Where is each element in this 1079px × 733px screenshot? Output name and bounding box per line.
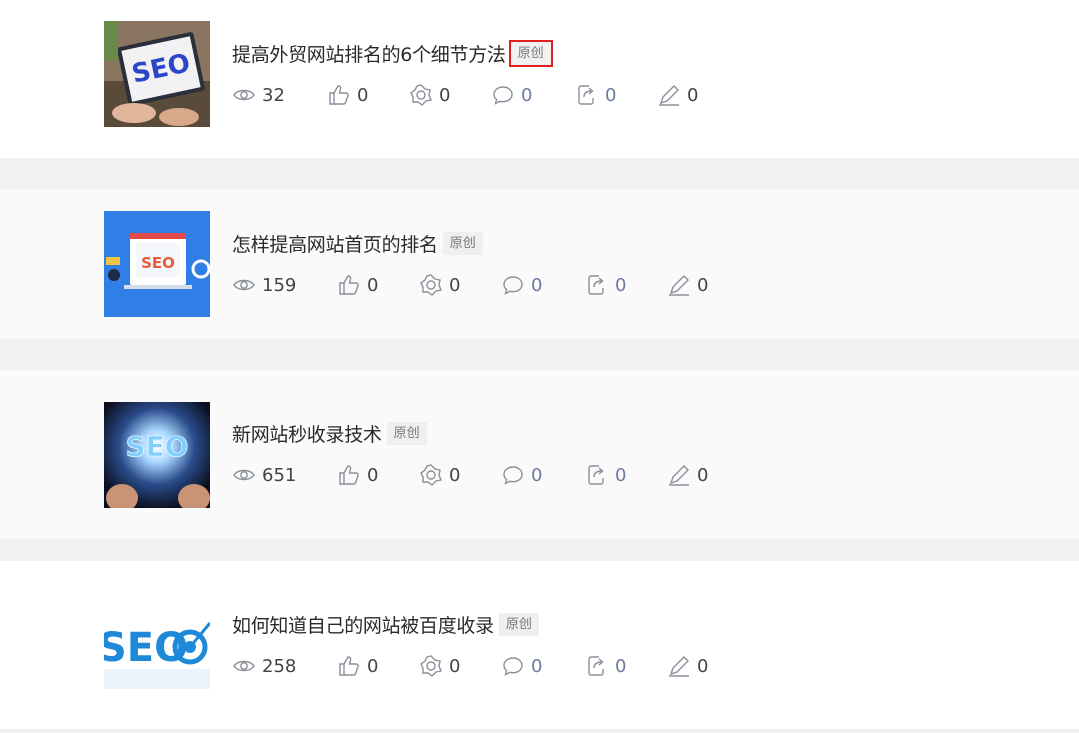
forward-button[interactable]: 0 (585, 273, 667, 297)
comment-icon (493, 86, 513, 105)
comments-count: 0 (531, 655, 543, 677)
forwards-count: 0 (615, 274, 627, 296)
like-button[interactable]: 0 (337, 463, 419, 487)
forward-icon (588, 275, 604, 295)
edits-count: 0 (697, 655, 709, 677)
article-title[interactable]: 新网站秒收录技术 (232, 420, 382, 447)
forward-button[interactable]: 0 (575, 83, 657, 107)
edits-count: 0 (697, 464, 709, 486)
article-card: SEO 新网站秒收录技术 原创 651 0 0 0 0 0 (0, 370, 1079, 538)
forward-icon (588, 465, 604, 485)
eye-icon (233, 279, 255, 291)
views-stat: 32 (232, 83, 327, 107)
comments-count: 0 (521, 84, 533, 106)
article-title[interactable]: 如何知道自己的网站被百度收录 (232, 611, 494, 638)
original-badge: 原创 (498, 612, 539, 636)
thumbs-up-icon (339, 275, 359, 295)
edit-button[interactable]: 0 (657, 83, 717, 107)
article-thumbnail[interactable]: SEO (104, 211, 210, 317)
comment-button[interactable]: 0 (491, 83, 575, 107)
article-card: SEO 怎样提高网站首页的排名 原创 159 0 0 0 0 0 (0, 190, 1079, 338)
share-icon (420, 464, 442, 486)
pen-icon (659, 85, 679, 106)
views-count: 32 (262, 84, 285, 106)
shares-count: 0 (449, 274, 461, 296)
pen-icon (669, 656, 689, 677)
views-count: 651 (262, 464, 297, 486)
forwards-count: 0 (605, 84, 617, 106)
comment-icon (503, 276, 523, 295)
thumbs-up-icon (339, 656, 359, 676)
thumbnail-seo-text: SEO (125, 430, 188, 463)
comment-button[interactable]: 0 (501, 273, 585, 297)
shares-count: 0 (449, 655, 461, 677)
share-button[interactable]: 0 (409, 83, 491, 107)
edits-count: 0 (687, 84, 699, 106)
like-button[interactable]: 0 (337, 654, 419, 678)
article-card: SEO 提高外贸网站排名的6个细节方法 原创 32 0 0 0 0 0 (0, 0, 1079, 158)
views-stat: 258 (232, 654, 337, 678)
views-stat: 651 (232, 463, 337, 487)
views-count: 258 (262, 655, 297, 677)
thumbs-up-icon (339, 465, 359, 485)
article-thumbnail[interactable]: SEO (104, 21, 210, 127)
comment-icon (503, 466, 523, 485)
original-badge: 原创 (442, 231, 483, 255)
thumbs-up-icon (329, 85, 349, 105)
original-badge: 原创 (386, 421, 427, 445)
likes-count: 0 (367, 655, 379, 677)
share-button[interactable]: 0 (419, 463, 501, 487)
edits-count: 0 (697, 274, 709, 296)
share-button[interactable]: 0 (419, 273, 501, 297)
original-badge: 原创 (508, 39, 553, 67)
share-button[interactable]: 0 (419, 654, 501, 678)
article-thumbnail[interactable]: SEO (104, 599, 210, 705)
comments-count: 0 (531, 464, 543, 486)
shares-count: 0 (449, 464, 461, 486)
share-icon (410, 84, 432, 106)
share-icon (420, 274, 442, 296)
like-button[interactable]: 0 (327, 83, 409, 107)
forward-icon (588, 656, 604, 676)
likes-count: 0 (357, 84, 369, 106)
forward-icon (578, 85, 594, 105)
article-title[interactable]: 提高外贸网站排名的6个细节方法 (232, 40, 506, 67)
eye-icon (233, 469, 255, 481)
share-icon (420, 655, 442, 677)
likes-count: 0 (367, 464, 379, 486)
views-stat: 159 (232, 273, 337, 297)
comment-icon (503, 657, 523, 676)
edit-button[interactable]: 0 (667, 273, 727, 297)
like-button[interactable]: 0 (337, 273, 419, 297)
comment-button[interactable]: 0 (501, 654, 585, 678)
eye-icon (233, 89, 255, 101)
shares-count: 0 (439, 84, 451, 106)
article-card: SEO 如何知道自己的网站被百度收录 原创 258 0 0 0 0 0 (0, 561, 1079, 729)
forwards-count: 0 (615, 655, 627, 677)
pen-icon (669, 465, 689, 486)
views-count: 159 (262, 274, 297, 296)
edit-button[interactable]: 0 (667, 463, 727, 487)
forward-button[interactable]: 0 (585, 654, 667, 678)
thumbnail-seo-text: SEO (141, 254, 175, 272)
edit-button[interactable]: 0 (667, 654, 727, 678)
forward-button[interactable]: 0 (585, 463, 667, 487)
eye-icon (233, 660, 255, 672)
comment-button[interactable]: 0 (501, 463, 585, 487)
forwards-count: 0 (615, 464, 627, 486)
pen-icon (669, 275, 689, 296)
comments-count: 0 (531, 274, 543, 296)
article-title[interactable]: 怎样提高网站首页的排名 (232, 230, 438, 257)
likes-count: 0 (367, 274, 379, 296)
article-thumbnail[interactable]: SEO (104, 402, 210, 508)
